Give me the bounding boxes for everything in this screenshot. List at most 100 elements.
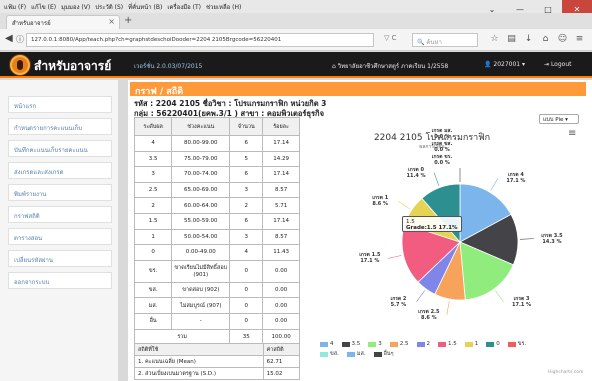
table-row: 0 0.00-49.00 4 11.43 <box>133 244 300 261</box>
table-cell: 17.14 <box>262 166 300 183</box>
menu-bookmarks[interactable]: ที่คั่นหน้า (B) <box>128 2 162 12</box>
legend-item[interactable]: มส. <box>346 350 366 358</box>
logout-link[interactable]: ⇥ Logout <box>544 61 571 68</box>
legend-item[interactable]: ขร. <box>507 340 526 348</box>
chart-tooltip: 1.5 Grade:1.5 17.1% <box>402 216 462 232</box>
clipboard-icon[interactable]: ▤ <box>503 34 520 44</box>
subject-info: รหัส : 2204 2105 ชื่อวิชา : โปรแกรมกราฟิ… <box>134 99 326 119</box>
legend-swatch <box>464 341 473 347</box>
table-cell: 80.00-99.00 <box>171 135 231 152</box>
sidebar-item-record-scores[interactable]: บันทึกคะแนนเก็บรายคะแนน <box>8 140 112 157</box>
sidebar-item-change-password[interactable]: เปลี่ยนรหัสผ่าน <box>8 250 112 267</box>
table-cell: ขส. <box>133 281 173 299</box>
sidebar-item-logout[interactable]: ออกจากระบบ <box>8 272 112 289</box>
legend-item[interactable]: 0 <box>486 340 500 348</box>
browser-search-input[interactable]: 🔍 ค้นหา <box>412 33 478 47</box>
table-cell: 70.00-74.00 <box>171 166 231 183</box>
table-cell: 0.00 <box>262 297 300 314</box>
user-icon: 👤 <box>484 61 494 68</box>
sidebar-item-submit-grades[interactable]: ส่งเกรดและส่งเกรด <box>8 162 112 179</box>
slice-label: เกรด 3 17.1 % <box>511 295 532 308</box>
legend-item[interactable]: ขส. <box>320 350 339 358</box>
table-cell: 5 <box>229 150 264 168</box>
menu-edit[interactable]: แก้ไข (E) <box>31 2 56 12</box>
table-cell: 0.00-49.00 <box>171 244 231 261</box>
connector-line <box>433 172 440 186</box>
table-cell: 0 <box>229 259 264 283</box>
sidebar-item-score-items[interactable]: กำหนดรายการคะแนนเก็บ <box>8 118 112 135</box>
menu-view[interactable]: มุมมอง (V) <box>61 2 90 12</box>
total-count: 35 <box>229 328 264 345</box>
connector-line <box>519 238 534 240</box>
slice-label: เกรด 2.5 8.6 % <box>418 308 440 321</box>
table-cell: 4 <box>133 135 173 152</box>
table-cell: ขร. <box>133 259 173 283</box>
table-row: 1.5 55.00-59.00 6 17.14 <box>133 212 300 230</box>
browser-tab[interactable]: สำหรับอาจารย์ × <box>6 15 120 29</box>
reload-icon[interactable]: ▽ C <box>384 34 397 42</box>
navigation-bar: ◀ ⓘ 127.0.0.1:8080/App/teach.php?ch=grap… <box>0 29 592 51</box>
table-cell: 5.71 <box>262 197 300 214</box>
table-cell: 2 <box>229 197 264 214</box>
connector-line <box>387 255 402 259</box>
table-cell: 0.00 <box>262 281 300 299</box>
sidebar-item-timetable[interactable]: ตารางสอน <box>8 228 112 245</box>
slice-label: เกรด 0 11.4 % <box>406 166 426 179</box>
column-header: ค่าสถิติ <box>262 343 301 356</box>
sidebar-item-home[interactable]: หน้าแรก <box>8 96 112 113</box>
sidebar-item-statistics[interactable]: กราฟสถิติ <box>8 206 112 223</box>
table-cell: 6 <box>229 212 264 230</box>
table-cell: 17.14 <box>262 212 300 230</box>
legend-item[interactable]: 3.5 <box>341 340 361 348</box>
new-tab-icon[interactable]: + <box>124 15 132 26</box>
legend-label: 2 <box>426 341 431 347</box>
back-arrow-icon[interactable]: ◀ <box>5 33 13 44</box>
legend-item[interactable]: 2 <box>416 340 431 348</box>
slice-label: เกรด 2 5.7 % <box>390 295 407 308</box>
url-input[interactable]: 127.0.0.1:8080/App/teach.php?ch=graphstd… <box>26 33 374 47</box>
menu-file[interactable]: แฟ้ม (F) <box>4 2 26 12</box>
legend-label: มส. <box>356 351 366 357</box>
hamburger-menu-icon[interactable]: ≡ <box>571 34 588 44</box>
table-cell: มส. <box>133 297 173 314</box>
school-label: วิทยาลัยอาชีวศึกษาสตูร์ ภาคเรียน 1/2558 <box>337 63 449 70</box>
smiley-icon[interactable]: ☺ <box>554 34 571 44</box>
bookmark-star-icon[interactable]: ☆ <box>486 34 503 44</box>
legend-item[interactable]: อื่นๆ <box>373 350 394 358</box>
column-header: ร้อยละ <box>262 117 300 136</box>
table-cell: 3.5 <box>133 150 173 168</box>
home-icon[interactable]: ⌂ <box>537 34 554 44</box>
menu-help[interactable]: ช่วยเหลือ (H) <box>206 2 241 12</box>
table-cell: 0.00 <box>262 259 300 283</box>
slice-label: เกรด ขส. 0.0 % <box>431 140 453 153</box>
chevron-down-icon: ▾ <box>520 61 526 68</box>
chart-credit[interactable]: Highcharts.com <box>548 370 583 375</box>
chevron-down-icon: ▾ <box>565 117 568 123</box>
table-cell: 0 <box>133 244 173 261</box>
search-icon: 🔍 <box>417 39 425 46</box>
table-cell: ขาดสอบ (902) <box>171 281 231 299</box>
grade-distribution-table: ระดับผล ช่วงคะแนน จำนวน ร้อยละ 4 80.00-99… <box>133 117 300 345</box>
chart-menu-icon[interactable]: ≡ <box>568 128 576 139</box>
chart-type-select[interactable]: แบบ Pie ▾ <box>539 114 579 124</box>
legend-item[interactable]: 2.5 <box>389 340 409 348</box>
total-label: รวม <box>133 328 231 345</box>
user-menu[interactable]: 👤 2027001 ▾ <box>484 61 525 68</box>
download-icon[interactable]: ↓ <box>520 34 537 44</box>
legend-label: 2.5 <box>399 341 409 347</box>
legend-item[interactable]: 3 <box>368 340 382 348</box>
table-cell: 3 <box>229 181 264 199</box>
user-id: 2027001 <box>493 61 521 68</box>
legend-label: 3.5 <box>351 341 361 347</box>
close-icon[interactable]: × <box>108 17 115 26</box>
legend-item[interactable]: 1.5 <box>438 340 457 348</box>
table-row: มส. ไม่สมบูรณ์ (907) 0 0.00 <box>133 297 300 314</box>
menu-history[interactable]: ประวัติ (S) <box>95 2 123 12</box>
table-cell: 2 <box>133 197 173 214</box>
legend-item[interactable]: 1 <box>464 340 478 348</box>
sidebar-item-print-report[interactable]: พิมพ์รายงาน <box>8 184 112 201</box>
table-row: 1 50.00-54.00 3 8.57 <box>133 228 300 246</box>
sidebar: หน้าแรก กำหนดรายการคะแนนเก็บ บันทึกคะแนน… <box>0 80 118 381</box>
menu-tools[interactable]: เครื่องมือ (T) <box>167 2 201 12</box>
legend-item[interactable]: 4 <box>320 340 334 348</box>
